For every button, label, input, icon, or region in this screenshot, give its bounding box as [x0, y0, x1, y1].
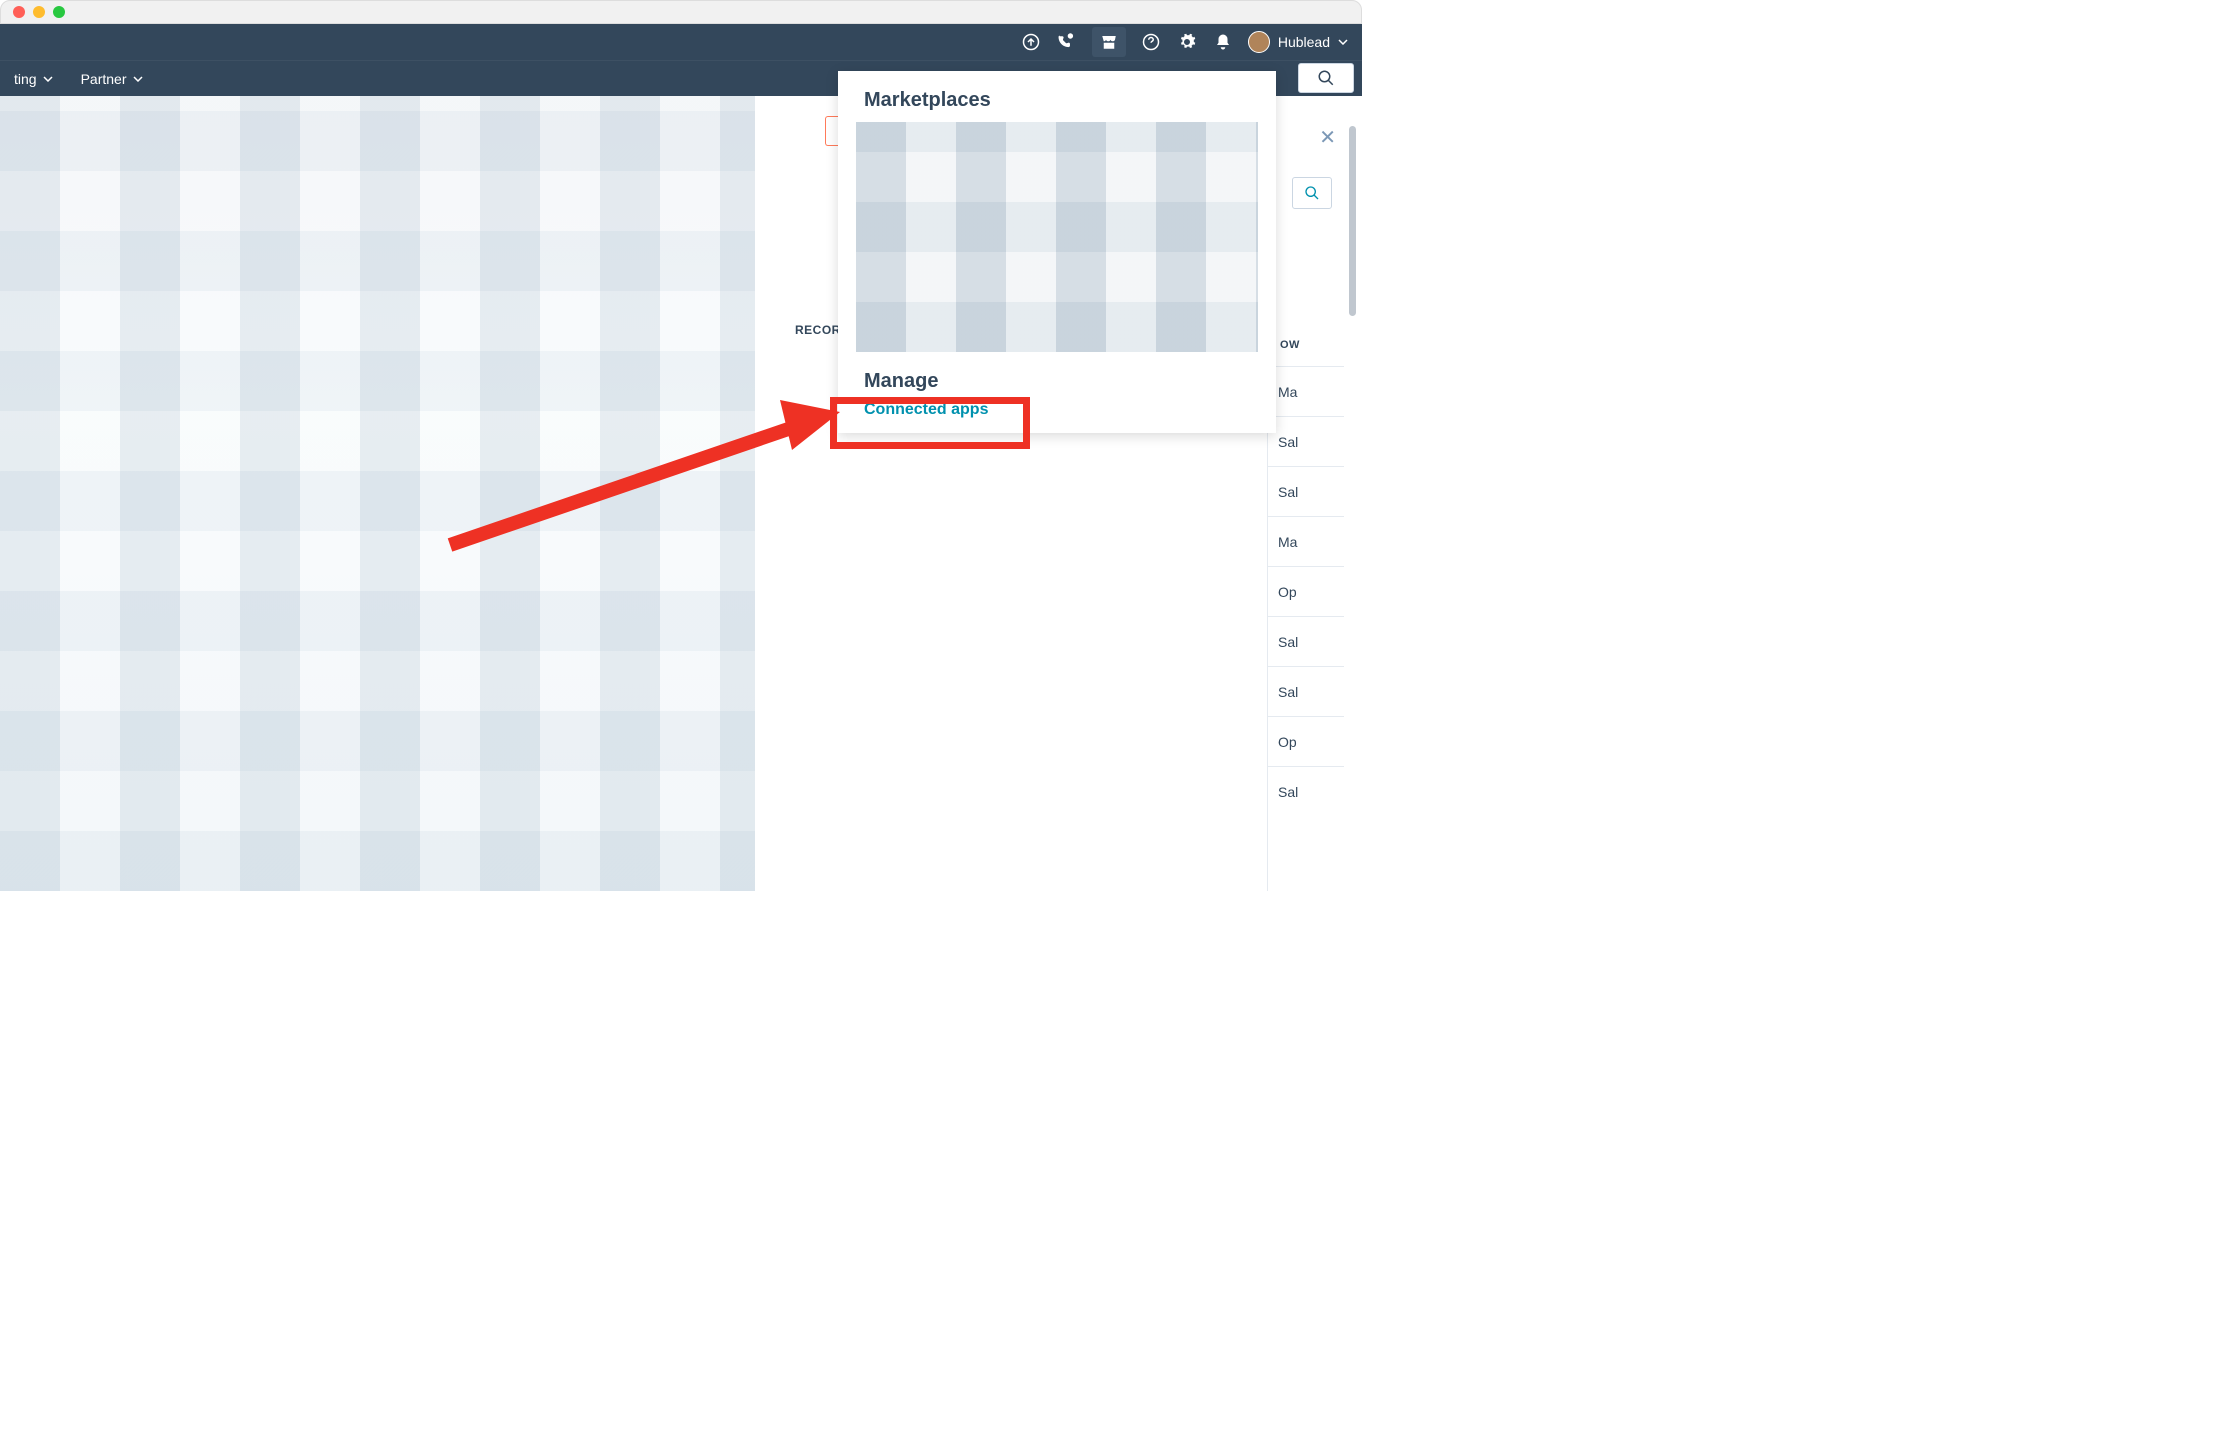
scrollbar-thumb[interactable]	[1349, 126, 1356, 316]
list-item[interactable]: Ma	[1268, 516, 1344, 566]
dropdown-section-manage: Manage	[838, 370, 1276, 395]
account-name: Hublead	[1278, 34, 1330, 50]
list-item[interactable]: Sal	[1268, 616, 1344, 666]
blurred-marketplace-tiles	[856, 122, 1258, 352]
window-minimize-button[interactable]	[33, 6, 45, 18]
nav-item-label: ting	[14, 71, 37, 87]
list-item[interactable]: Sal	[1268, 466, 1344, 516]
avatar	[1248, 31, 1270, 53]
chevron-down-icon	[43, 76, 53, 82]
search-wrap	[1298, 63, 1354, 93]
list-item[interactable]: Sal	[1268, 666, 1344, 716]
settings-icon[interactable]	[1176, 31, 1198, 53]
topbar: Hublead	[0, 24, 1362, 60]
notifications-icon[interactable]	[1212, 31, 1234, 53]
annotation-highlight-box	[830, 397, 1030, 449]
panel-search-icon[interactable]	[1292, 177, 1332, 209]
nav-item-label: Partner	[81, 71, 127, 87]
window-chrome	[0, 0, 1362, 24]
list-item[interactable]: Op	[1268, 716, 1344, 766]
record-column-header: RECOR	[795, 323, 841, 337]
list-item[interactable]: Ma	[1268, 366, 1344, 416]
nav-item-partner[interactable]: Partner	[67, 71, 157, 87]
upgrade-icon[interactable]	[1020, 31, 1042, 53]
help-icon[interactable]	[1140, 31, 1162, 53]
account-menu[interactable]: Hublead	[1248, 31, 1348, 53]
close-icon[interactable]: ✕	[1319, 125, 1336, 150]
list-item[interactable]: Op	[1268, 566, 1344, 616]
marketplace-icon[interactable]	[1092, 27, 1126, 57]
search-button[interactable]	[1298, 63, 1354, 93]
annotation-arrow	[440, 390, 860, 560]
chevron-down-icon	[133, 76, 143, 82]
search-icon	[1317, 69, 1335, 87]
phone-icon[interactable]	[1056, 31, 1078, 53]
marketplace-dropdown: Marketplaces Manage Connected apps	[838, 71, 1276, 433]
list-item[interactable]: Sal	[1268, 416, 1344, 466]
right-column-header: OW	[1280, 339, 1300, 351]
right-panel: ✕ OW Ma Sal Sal Ma Op Sal Sal Op Sal	[1267, 111, 1362, 891]
nav-item-reporting[interactable]: ting	[0, 71, 67, 87]
dropdown-section-marketplaces: Marketplaces	[838, 89, 1276, 118]
window-close-button[interactable]	[13, 6, 25, 18]
chevron-down-icon	[1338, 39, 1348, 45]
search-icon	[1304, 185, 1320, 201]
window-maximize-button[interactable]	[53, 6, 65, 18]
list-item[interactable]: Sal	[1268, 766, 1344, 816]
right-rows: Ma Sal Sal Ma Op Sal Sal Op Sal	[1268, 366, 1344, 816]
